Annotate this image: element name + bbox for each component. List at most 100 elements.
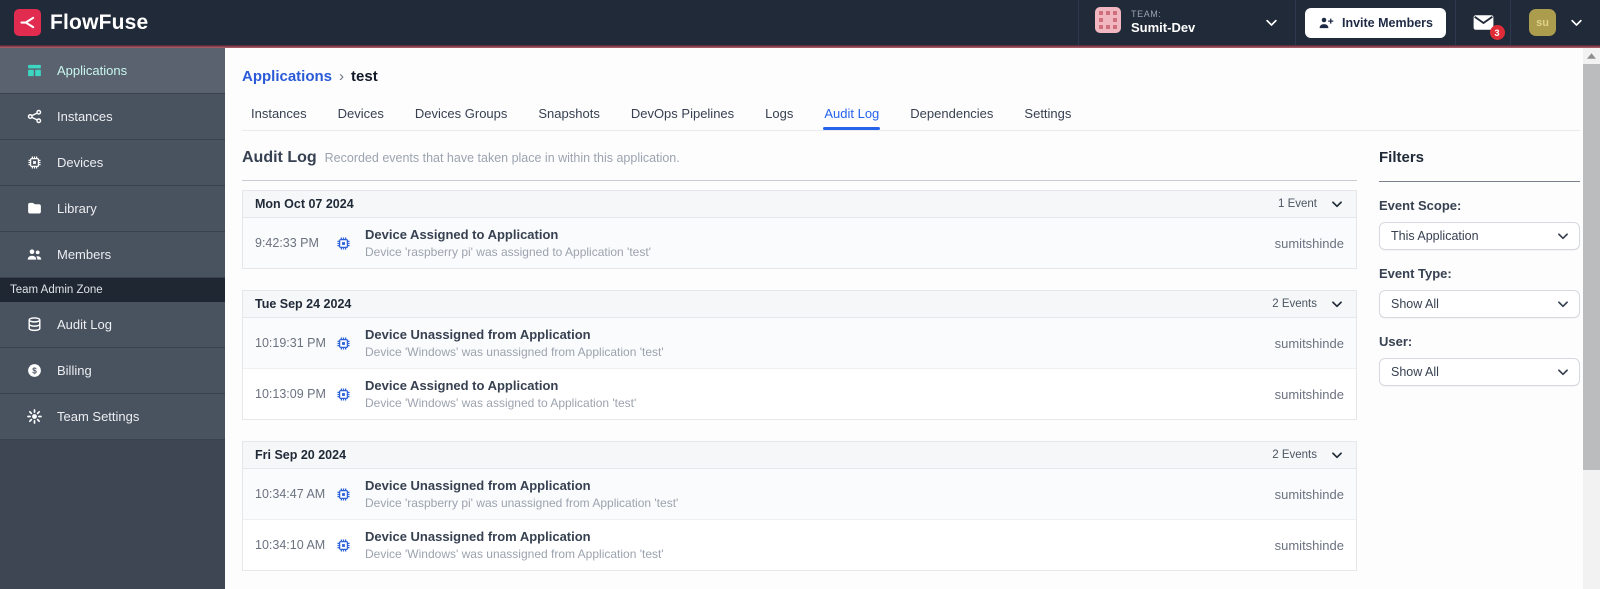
brand-name: FlowFuse <box>50 10 149 34</box>
filter-select-event-scope-[interactable]: This Application <box>1379 222 1580 250</box>
chevron-down-icon <box>1556 365 1570 379</box>
tab-devices[interactable]: Devices <box>337 100 385 130</box>
filter-select-user-[interactable]: Show All <box>1379 358 1580 386</box>
audit-event-row: 10:34:47 AM Device Unassigned from Appli… <box>243 469 1356 520</box>
event-time: 10:19:31 PM <box>255 336 326 350</box>
filter-field: Event Type: Show All <box>1379 266 1580 318</box>
event-title: Device Unassigned from Application <box>365 478 591 493</box>
team-name: Sumit-Dev <box>1131 20 1196 35</box>
date-group-header[interactable]: Tue Sep 24 2024 2 Events <box>243 291 1356 318</box>
flowfuse-app: FlowFuse TEAM: Sumit-Dev Invite Members … <box>0 0 1600 589</box>
event-user: sumitshinde <box>1274 235 1344 251</box>
header-actions: TEAM: Sumit-Dev Invite Members 3 su <box>1078 0 1600 45</box>
filters-fields: Event Scope: This Application Event Type… <box>1379 198 1580 386</box>
audit-event-row: 10:34:10 AM Device Unassigned from Appli… <box>243 520 1356 570</box>
tab-audit-log[interactable]: Audit Log <box>823 100 881 130</box>
filter-select-event-type-[interactable]: Show All <box>1379 290 1580 318</box>
sidebar-item-label: Instances <box>57 109 113 124</box>
filter-field: Event Scope: This Application <box>1379 198 1580 250</box>
sidebar-item-team-settings[interactable]: Team Settings <box>0 394 225 440</box>
sidebar-item-members[interactable]: Members <box>0 232 225 278</box>
team-meta: TEAM: Sumit-Dev <box>1131 9 1195 37</box>
page-body: Applications Instances Devices Library M… <box>0 48 1600 589</box>
device-chip-icon <box>335 335 352 352</box>
audit-date-group: Tue Sep 24 2024 2 Events 10:19:31 PM Dev… <box>242 290 1357 420</box>
audit-event-row: 10:13:09 PM Device Assigned to Applicati… <box>243 369 1356 419</box>
filter-field: User: Show All <box>1379 334 1580 386</box>
sidebar-item-audit-log[interactable]: Audit Log <box>0 302 225 348</box>
event-time: 10:34:10 AM <box>255 538 326 552</box>
event-text: Device Unassigned from Application Devic… <box>365 478 1275 510</box>
content-columns: Audit Log Recorded events that have take… <box>242 149 1580 589</box>
audit-event-row: 9:42:33 PM Device Assigned to Applicatio… <box>243 218 1356 268</box>
svg-text:$: $ <box>32 366 37 375</box>
invite-members-label: Invite Members <box>1341 15 1433 30</box>
chevron-down-icon[interactable] <box>1330 297 1344 311</box>
avatar[interactable]: su <box>1529 9 1556 36</box>
event-time: 10:13:09 PM <box>255 387 326 401</box>
user-plus-icon <box>1318 15 1334 31</box>
tab-devices-groups[interactable]: Devices Groups <box>414 100 508 130</box>
notification-badge: 3 <box>1489 25 1505 40</box>
sidebar-item-instances[interactable]: Instances <box>0 94 225 140</box>
scrollbar-thumb[interactable] <box>1583 64 1600 470</box>
device-chip-icon <box>335 235 352 252</box>
event-title: Device Unassigned from Application <box>365 529 591 544</box>
mail-icon[interactable]: 3 <box>1471 10 1505 40</box>
tab-dependencies[interactable]: Dependencies <box>909 100 994 130</box>
team-selector[interactable]: TEAM: Sumit-Dev <box>1079 0 1295 45</box>
sidebar-item-devices[interactable]: Devices <box>0 140 225 186</box>
tab-devops-pipelines[interactable]: DevOps Pipelines <box>630 100 735 130</box>
filters-divider <box>1379 181 1580 182</box>
group-event-count: 2 Events <box>1272 298 1317 310</box>
invite-members-button[interactable]: Invite Members <box>1304 7 1446 38</box>
applications-icon <box>25 62 43 79</box>
date-group-header[interactable]: Fri Sep 20 2024 2 Events <box>243 442 1356 469</box>
breadcrumb-current: test <box>351 68 378 85</box>
chevron-down-icon <box>1556 229 1570 243</box>
event-time: 9:42:33 PM <box>255 236 319 250</box>
database-icon <box>25 316 43 333</box>
vertical-scrollbar <box>1583 48 1600 589</box>
scrollbar-up-arrow[interactable] <box>1583 48 1600 64</box>
group-date: Tue Sep 24 2024 <box>255 297 352 311</box>
top-header: FlowFuse TEAM: Sumit-Dev Invite Members … <box>0 0 1600 45</box>
tab-settings[interactable]: Settings <box>1023 100 1072 130</box>
page-title: Audit Log <box>242 149 317 166</box>
team-admin-zone-label: Team Admin Zone <box>0 278 225 302</box>
breadcrumb-applications-link[interactable]: Applications <box>242 68 332 85</box>
group-header-right: 2 Events <box>1272 448 1344 462</box>
chevron-down-icon <box>1264 15 1279 30</box>
tab-snapshots[interactable]: Snapshots <box>537 100 600 130</box>
filters-panel: Filters Event Scope: This Application Ev… <box>1379 149 1580 589</box>
group-header-right: 1 Event <box>1278 197 1344 211</box>
sidebar-item-label: Devices <box>57 155 104 170</box>
page-subtitle: Recorded events that have taken place in… <box>324 151 680 165</box>
filter-label: Event Scope: <box>1379 198 1462 213</box>
notifications-section: 3 <box>1456 0 1510 45</box>
tab-instances[interactable]: Instances <box>250 100 308 130</box>
tab-logs[interactable]: Logs <box>764 100 794 130</box>
user-menu: su <box>1511 0 1600 45</box>
brand[interactable]: FlowFuse <box>0 0 148 45</box>
sidebar-item-label: Audit Log <box>57 317 112 332</box>
section-header: Audit Log Recorded events that have take… <box>242 149 1357 167</box>
device-chip-icon <box>335 486 352 503</box>
sidebar-item-applications[interactable]: Applications <box>0 48 225 94</box>
breadcrumb-separator: › <box>339 68 345 85</box>
users-icon <box>25 246 43 263</box>
sidebar-item-billing[interactable]: $ Billing <box>0 348 225 394</box>
sidebar-item-library[interactable]: Library <box>0 186 225 232</box>
date-group-header[interactable]: Mon Oct 07 2024 1 Event <box>243 191 1356 218</box>
chevron-down-icon <box>1556 297 1570 311</box>
gear-icon <box>25 408 43 425</box>
chevron-down-icon[interactable] <box>1569 15 1584 30</box>
chevron-down-icon[interactable] <box>1330 448 1344 462</box>
device-chip-icon <box>335 537 352 554</box>
event-user: sumitshinde <box>1274 335 1344 351</box>
team-label: TEAM: <box>1131 8 1162 19</box>
audit-log-list: Mon Oct 07 2024 1 Event 9:42:33 PM Devic… <box>242 180 1357 571</box>
chevron-down-icon[interactable] <box>1330 197 1344 211</box>
event-title: Device Unassigned from Application <box>365 327 591 342</box>
tab-bar: Instances Devices Devices Groups Snapshots D… <box>242 100 1580 131</box>
